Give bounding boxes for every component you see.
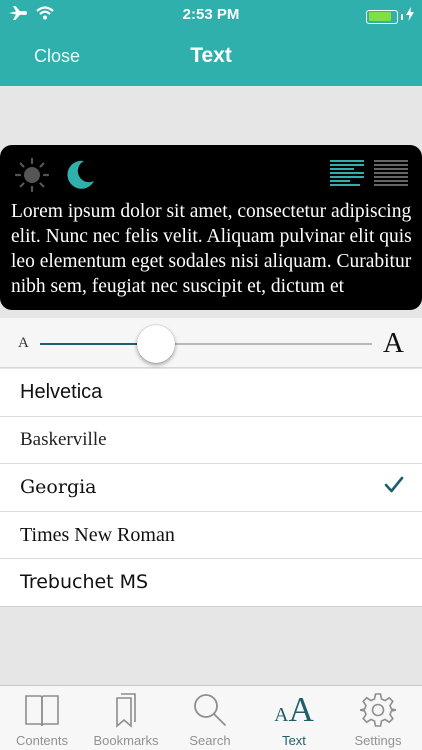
battery-icon: [366, 7, 414, 26]
tab-label: Contents: [15, 733, 69, 748]
tab-label: Text: [282, 733, 306, 748]
tab-search[interactable]: Search: [168, 686, 252, 750]
text-size-icon: AA: [274, 690, 314, 729]
font-option-baskerville[interactable]: Baskerville: [0, 417, 422, 464]
align-justify-icon[interactable]: [374, 160, 408, 191]
battery-fill: [368, 12, 392, 21]
font-option-helvetica[interactable]: Helvetica: [0, 369, 422, 417]
font-label: Trebuchet MS: [20, 571, 149, 593]
font-option-georgia[interactable]: Georgia: [0, 464, 422, 512]
font-label: Georgia: [20, 476, 97, 498]
large-size-label: A: [383, 327, 404, 359]
page-title: Text: [190, 44, 232, 67]
status-bar: 2:53 PM: [0, 0, 422, 30]
font-option-times-new-roman[interactable]: Times New Roman: [0, 512, 422, 559]
status-time: 2:53 PM: [182, 6, 240, 23]
font-option-trebuchet-ms[interactable]: Trebuchet MS: [0, 559, 422, 607]
preview-text: Lorem ipsum dolor sit amet, consectetur …: [11, 201, 412, 297]
font-list: Helvetica Baskerville Georgia Times New …: [0, 369, 422, 607]
font-label: Baskerville: [20, 428, 107, 450]
theme-toggles: [14, 157, 96, 198]
font-label: Helvetica: [20, 381, 103, 403]
small-size-label: A: [18, 335, 29, 351]
charging-bolt-icon: [406, 7, 414, 26]
tab-settings[interactable]: Settings: [336, 686, 420, 750]
font-label: Times New Roman: [20, 523, 175, 546]
tab-label: Bookmarks: [93, 733, 159, 748]
tab-text[interactable]: AA Text: [252, 686, 336, 750]
alignment-toggles: [330, 160, 408, 191]
text-preview: Lorem ipsum dolor sit amet, consectetur …: [0, 145, 422, 310]
tab-bar: Contents Bookmarks Search AA Text Settin…: [0, 685, 422, 750]
tab-label: Search: [189, 733, 231, 748]
font-size-slider[interactable]: [40, 343, 372, 345]
checkmark-icon: [384, 476, 404, 499]
moon-icon[interactable]: [64, 159, 96, 196]
tab-bookmarks[interactable]: Bookmarks: [84, 686, 168, 750]
align-left-icon[interactable]: [330, 160, 364, 191]
slider-thumb[interactable]: [137, 325, 175, 363]
nav-bar: Close Text: [0, 30, 422, 86]
font-size-row: A A: [0, 318, 422, 368]
sun-icon[interactable]: [14, 157, 50, 198]
tab-label: Settings: [354, 733, 402, 748]
tab-contents[interactable]: Contents: [0, 686, 84, 750]
